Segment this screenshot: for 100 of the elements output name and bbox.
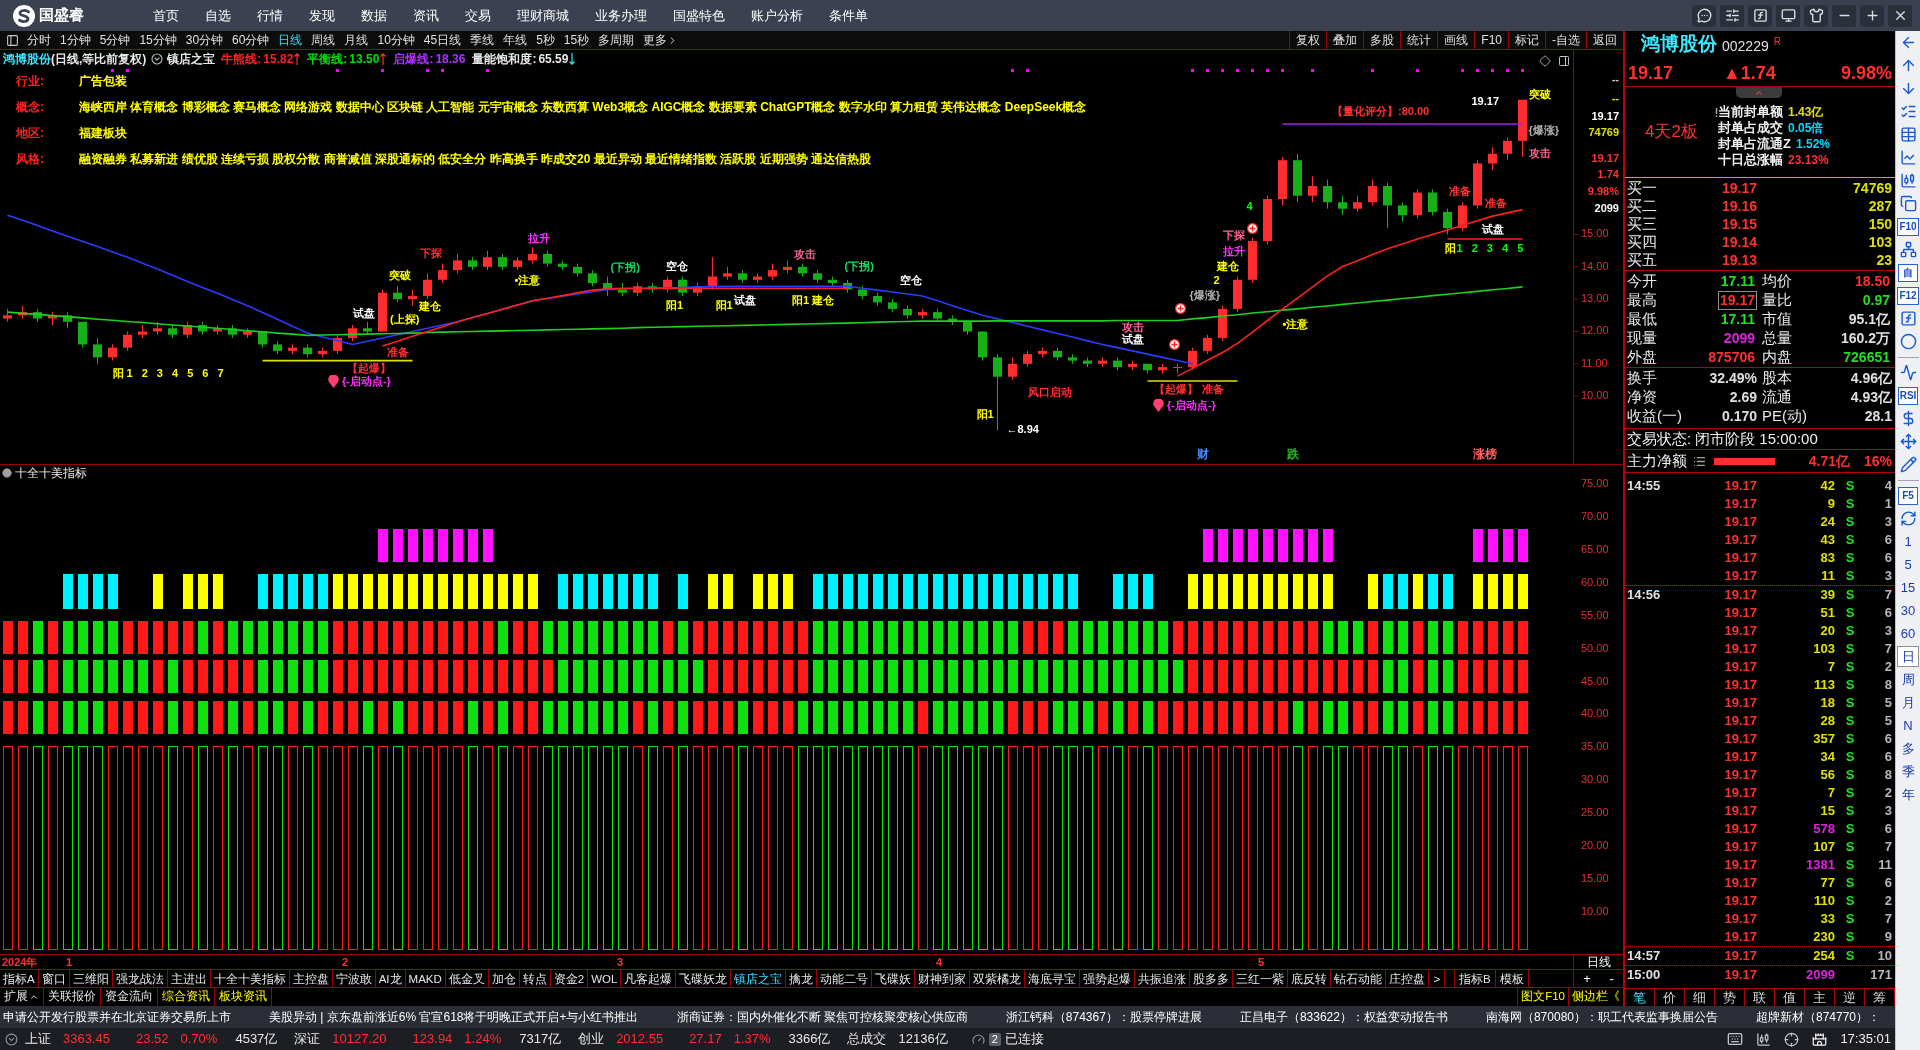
period-button[interactable]: 多 xyxy=(1897,738,1919,759)
zoom-button[interactable]: - xyxy=(1606,970,1617,987)
toolbar-button[interactable]: F10 xyxy=(1474,31,1508,49)
zoom-button[interactable]: + xyxy=(1580,970,1594,987)
period-tab[interactable]: 15分钟 xyxy=(139,32,177,48)
indicator-tab[interactable]: 窗口 xyxy=(38,970,70,987)
toolbar-button[interactable]: F12 xyxy=(1897,286,1919,305)
news-headline[interactable]: 申请公开发行股票并在北京证券交易所上市 xyxy=(3,1008,231,1026)
indicator-tab[interactable]: 宁波敢 xyxy=(332,970,376,987)
toolbar-button[interactable]: F10 xyxy=(1897,217,1919,236)
list-icon[interactable] xyxy=(1693,454,1706,468)
toolbar-button[interactable]: F5 xyxy=(1898,486,1918,505)
indicator-tab[interactable]: 资金2 xyxy=(550,970,589,987)
function-button[interactable] xyxy=(1748,4,1772,27)
indicator-toggle-icon[interactable] xyxy=(2,467,12,478)
indicator-tab[interactable]: 加仓 xyxy=(488,970,520,987)
indicator-tab[interactable]: AI龙 xyxy=(375,970,406,987)
period-button[interactable]: 30 xyxy=(1897,600,1919,621)
news-headline[interactable]: 浙商证券：国内外催化不断 聚焦可控核聚变核心供应商 xyxy=(676,1008,968,1026)
move-icon[interactable] xyxy=(1899,433,1917,450)
period-tab[interactable]: 1分钟 xyxy=(60,32,91,48)
scroll-tabs-button[interactable]: > xyxy=(1429,970,1446,987)
refresh-icon[interactable] xyxy=(1899,510,1917,527)
period-button[interactable]: 5 xyxy=(1897,554,1919,575)
indicator-tab[interactable]: 主进出 xyxy=(167,970,211,987)
close-button[interactable] xyxy=(1888,4,1912,27)
period-tab[interactable]: 45日线 xyxy=(423,32,462,48)
period-button[interactable]: 月 xyxy=(1897,692,1919,713)
news-headline[interactable]: 超牌新材（874770）： xyxy=(1756,1008,1881,1026)
expand-icon[interactable] xyxy=(5,1032,18,1046)
maximize-button[interactable] xyxy=(1860,4,1884,27)
panel-toggle-icon[interactable] xyxy=(1558,55,1570,67)
indicator-tab[interactable]: 模板 xyxy=(1495,970,1529,987)
toolbar-button[interactable]: 多股 xyxy=(1363,31,1401,49)
news-headline[interactable]: 浙江钙科（874367）：股票停牌进展 xyxy=(1005,1008,1202,1026)
menu-item[interactable]: 首页 xyxy=(140,0,192,31)
period-button[interactable]: 日 xyxy=(1897,646,1919,667)
period-tab[interactable]: 15秒 xyxy=(563,32,590,48)
menu-item[interactable]: 条件单 xyxy=(816,0,881,31)
toolbar-button[interactable]: 画线 xyxy=(1437,31,1475,49)
indicator-tab[interactable]: 低金叉 xyxy=(445,970,489,987)
chat-button[interactable] xyxy=(1692,4,1716,27)
period-button[interactable]: 周 xyxy=(1897,669,1919,690)
menu-item[interactable]: 数据 xyxy=(348,0,400,31)
diamond-icon[interactable] xyxy=(1539,55,1551,67)
period-button[interactable]: 15 xyxy=(1897,577,1919,598)
period-tab[interactable]: 日线 xyxy=(278,32,303,48)
toolbar-button[interactable]: RSI xyxy=(1897,386,1919,405)
period-tab[interactable]: 10分钟 xyxy=(377,32,415,48)
indicator-tab[interactable]: 强龙战法 xyxy=(112,970,168,987)
function-icon[interactable] xyxy=(1899,310,1917,327)
table-icon[interactable] xyxy=(1899,126,1917,143)
more-button[interactable]: 更多 xyxy=(643,32,679,48)
menu-item[interactable]: 交易 xyxy=(452,0,504,31)
menu-item[interactable]: 账户分析 xyxy=(738,0,816,31)
dropdown-icon[interactable] xyxy=(151,53,164,65)
toolbar-button[interactable]: 统计 xyxy=(1400,31,1438,49)
news-headline[interactable]: 正昌电子（833622）：权益变动报告书 xyxy=(1239,1008,1448,1026)
period-button[interactable]: 季 xyxy=(1897,761,1919,782)
menu-item[interactable]: 发现 xyxy=(296,0,348,31)
indicator-tab[interactable]: WOL xyxy=(588,970,622,987)
indicator-tab[interactable]: 飞碟妖 xyxy=(872,970,916,987)
indicator-tab[interactable]: 主控盘 xyxy=(289,970,333,987)
indicator-tab[interactable]: 共振追涨 xyxy=(1135,970,1191,987)
period-tab[interactable]: 季线 xyxy=(470,32,495,48)
crosshair-icon[interactable] xyxy=(1784,1031,1800,1047)
indicator-tab[interactable]: 庄控盘 xyxy=(1386,970,1430,987)
indicator-tab[interactable]: MAKD xyxy=(405,970,446,987)
period-button[interactable]: 1 xyxy=(1897,531,1919,552)
indicator-tab[interactable]: 双紫橘龙 xyxy=(970,970,1026,987)
tree-icon[interactable] xyxy=(1899,241,1917,258)
indicator-tab[interactable]: 三维阳 xyxy=(69,970,113,987)
indicator-tab[interactable]: 强势起爆 xyxy=(1080,970,1136,987)
toolbar-button[interactable]: 复权 xyxy=(1289,31,1327,49)
checklist-icon[interactable] xyxy=(1899,103,1917,120)
menu-item[interactable]: 理财商城 xyxy=(504,0,582,31)
toolbar-button[interactable]: 自 xyxy=(1898,263,1918,282)
line-chart-icon[interactable] xyxy=(1899,149,1917,166)
news-headline[interactable]: 南海网（870080）：职工代表监事换届公告 xyxy=(1485,1008,1718,1026)
indicator-tab[interactable]: 三红一紫 xyxy=(1233,970,1289,987)
keyboard-icon[interactable] xyxy=(1727,1031,1744,1047)
shirt-button[interactable] xyxy=(1804,4,1828,27)
news-headline[interactable]: 美股异动 | 京东盘前涨近6% 官宣618将于明晚正式开启+与小红书推出 xyxy=(269,1008,639,1026)
indicator-tab[interactable]: 指标A xyxy=(0,970,39,987)
period-tab[interactable]: 周线 xyxy=(311,32,336,48)
indicator-tab[interactable]: 股多多 xyxy=(1190,970,1234,987)
toolbar-button[interactable]: 叠加 xyxy=(1326,31,1364,49)
settings-button[interactable] xyxy=(1720,4,1744,27)
toolbar-button[interactable]: -自选 xyxy=(1545,31,1586,49)
indicator-tab[interactable]: 底反转 xyxy=(1288,970,1332,987)
period-tab[interactable]: 60分钟 xyxy=(232,32,270,48)
candlestick-icon[interactable] xyxy=(1756,1031,1772,1047)
period-tab[interactable]: 多周期 xyxy=(598,32,635,48)
period-tab[interactable]: 月线 xyxy=(344,32,369,48)
indicator-tab[interactable]: 动能二号 xyxy=(817,970,873,987)
period-tab[interactable]: 5秒 xyxy=(536,32,555,48)
pencil-icon[interactable] xyxy=(1899,456,1917,473)
indicator-tab[interactable]: 财神到家 xyxy=(915,970,971,987)
menu-item[interactable]: 自选 xyxy=(192,0,244,31)
period-button[interactable]: 60 xyxy=(1897,623,1919,644)
